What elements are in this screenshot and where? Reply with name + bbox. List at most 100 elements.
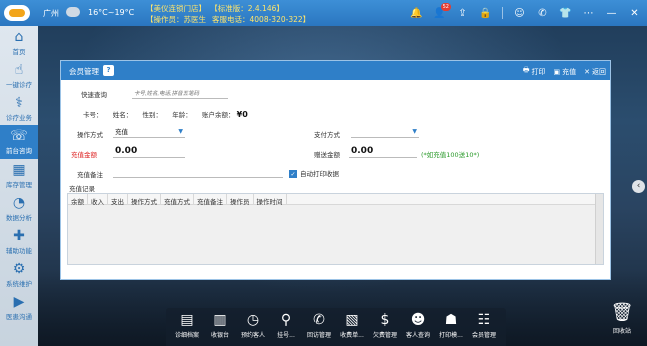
auto-print-option[interactable]: ✓ 自动打印收据 [289, 168, 339, 178]
top-icons: 🔔 👤 52 ⇪ 🔒 ☺ ✆ 👕 ⋯ — ✕ [410, 2, 641, 21]
reception-icon: ☏ [10, 128, 28, 144]
app-logo [4, 5, 30, 21]
phone-icon[interactable]: ✆ [536, 7, 549, 20]
dock-item-label: 欠费管理 [372, 332, 397, 339]
close-icon[interactable]: ✕ [628, 7, 641, 20]
operation-type-label: 操作方式 [77, 131, 103, 139]
column-header[interactable]: 充值方式 [161, 194, 194, 206]
column-header[interactable]: 支出 [108, 194, 128, 206]
gender-label: 性别： [142, 111, 162, 119]
sidebar-item-label: 诊疗业务 [6, 114, 32, 122]
sidebar-item-communication[interactable]: ▶ 医患沟通 [0, 291, 38, 325]
chevron-left-icon[interactable]: ‹ [632, 180, 645, 193]
gift-note: (*如充值100送10*) [421, 151, 480, 159]
recycle-bin[interactable]: 🗑 回收站 [605, 300, 639, 335]
sidebar-item-analytics[interactable]: ◔ 数据分析 [0, 192, 38, 226]
sidebar-item-home[interactable]: ⌂ 首页 [0, 26, 38, 60]
quick-search-input[interactable] [132, 90, 228, 99]
recharge-records-table: 余额 收入 支出 操作方式 充值方式 充值备注 操作员 操作时间 [67, 193, 604, 265]
payment-method-select[interactable]: ▼ [351, 127, 419, 138]
settings-icon: ⚙ [12, 261, 26, 277]
sidebar: ⌂ 首页 ☝ 一键诊疗 ⚕ 诊疗业务 ☏ 前台咨询 ▦ 库存管理 ◔ 数据分析 ✚ 辅助功能 … [0, 26, 38, 346]
sidebar-item-treatment[interactable]: ⚕ 诊疗业务 [0, 92, 38, 126]
dock-item-arrears[interactable]: $ 欠费管理 [370, 310, 400, 339]
checkbox-checked-icon[interactable]: ✓ [289, 170, 297, 178]
more-icon[interactable]: ⋯ [582, 7, 595, 20]
dock-item-label: 预约客人 [240, 332, 265, 339]
column-header[interactable]: 操作时间 [254, 194, 287, 206]
gift-amount-input[interactable]: 0.00 [349, 146, 417, 158]
hand-icon: ☝ [14, 62, 24, 78]
panel-title: 会员管理 [69, 67, 99, 76]
lock-icon[interactable]: 🔒 [479, 7, 492, 20]
back-button[interactable]: ✕ 返回 [584, 66, 606, 77]
gift-amount-label: 赠送金额 [314, 151, 340, 159]
dock-item-label: 会员管理 [471, 332, 496, 339]
operation-type-value: 充值 [115, 128, 128, 136]
column-header[interactable]: 操作员 [227, 194, 254, 206]
sidebar-item-inventory[interactable]: ▦ 库存管理 [0, 159, 38, 193]
bell-icon[interactable]: 🔔 [410, 7, 423, 20]
print-label: 打印 [531, 67, 546, 76]
records-title: 充值记录 [69, 185, 95, 193]
chevron-down-icon: ▼ [178, 128, 183, 135]
column-header[interactable]: 操作方式 [128, 194, 161, 206]
card-no-label: 卡号： [83, 111, 103, 119]
column-header[interactable]: 收入 [88, 194, 108, 206]
quick-search-row: 快速查询 [81, 89, 241, 101]
user-notify-icon[interactable]: 👤 52 [433, 2, 451, 20]
dock-item-label: 诊细档案 [174, 332, 199, 339]
bottom-dock: ▤ 诊细档案 ▥ 收银台 ◷ 预约客人 ⚲ 挂号... ✆ 回访管理 ▧ 收费单... $ 欠… [166, 308, 506, 346]
chevron-down-icon: ▼ [412, 128, 417, 135]
recharge-amount-label: 充值金额 [71, 151, 97, 159]
recycle-bin-label: 回收站 [612, 328, 631, 335]
sidebar-item-label: 前台咨询 [6, 147, 32, 155]
print-template-icon: ☗ [444, 312, 458, 328]
sidebar-item-label: 系统维护 [6, 280, 32, 288]
dock-item-cashier[interactable]: ▥ 收银台 [205, 310, 235, 339]
sidebar-item-label: 数据分析 [6, 214, 32, 222]
operator-info: 【操作员：苏医生 客服电话：4008-320-322】 [146, 14, 310, 25]
minimize-icon[interactable]: — [605, 7, 618, 20]
sidebar-item-reception[interactable]: ☏ 前台咨询 [0, 125, 38, 159]
bill-icon: ▧ [345, 312, 359, 328]
print-button[interactable]: 🖶 打印 [523, 66, 546, 77]
back-label: 返回 [592, 67, 606, 76]
remark-label: 充值备注 [77, 171, 103, 179]
recharge-button[interactable]: ▣ 充值 [554, 66, 577, 77]
sidebar-item-label: 医患沟通 [6, 313, 32, 321]
dock-item-appointment[interactable]: ◷ 预约客人 [238, 310, 268, 339]
column-header[interactable]: 余额 [68, 194, 88, 206]
video-icon: ▶ [13, 294, 25, 310]
dock-item-member[interactable]: ☷ 会员管理 [469, 310, 499, 339]
help-icon[interactable]: ? [103, 65, 114, 76]
table-scrollbar[interactable] [595, 194, 603, 264]
chart-icon: ◔ [12, 195, 26, 211]
upload-icon[interactable]: ⇪ [456, 7, 469, 20]
sidebar-item-quick-treatment[interactable]: ☝ 一键诊疗 [0, 59, 38, 93]
dock-item-print-template[interactable]: ☗ 打印模... [436, 310, 466, 339]
call-icon: ✆ [313, 312, 325, 328]
register-icon: ⚲ [280, 312, 292, 328]
dock-item-label: 收银台 [210, 332, 229, 339]
inventory-icon: ▦ [12, 162, 26, 178]
id-card-icon: ▤ [180, 312, 194, 328]
dock-item-patient-records[interactable]: ▤ 诊细档案 [172, 310, 202, 339]
sidebar-item-system[interactable]: ⚙ 系统维护 [0, 258, 38, 292]
column-header[interactable]: 充值备注 [194, 194, 227, 206]
chat-icon[interactable]: ☺ [513, 7, 526, 20]
sidebar-item-label: 首页 [12, 48, 26, 56]
tools-icon: ✚ [13, 228, 25, 244]
sidebar-item-tools[interactable]: ✚ 辅助功能 [0, 225, 38, 259]
remark-input[interactable] [113, 167, 283, 178]
sidebar-item-label: 一键诊疗 [6, 81, 32, 89]
recharge-amount-input[interactable]: 0.00 [113, 146, 185, 158]
operation-type-select[interactable]: 充值 ▼ [113, 127, 185, 138]
dock-item-customer-search[interactable]: ☻ 客人查询 [403, 310, 433, 339]
shirt-icon[interactable]: 👕 [559, 7, 572, 20]
dock-item-bills[interactable]: ▧ 收费单... [337, 310, 367, 339]
notification-badge: 52 [440, 2, 451, 11]
dock-item-follow-up[interactable]: ✆ 回访管理 [304, 310, 334, 339]
dock-item-register[interactable]: ⚲ 挂号... [271, 310, 301, 339]
money-bag-icon: $ [380, 312, 390, 328]
